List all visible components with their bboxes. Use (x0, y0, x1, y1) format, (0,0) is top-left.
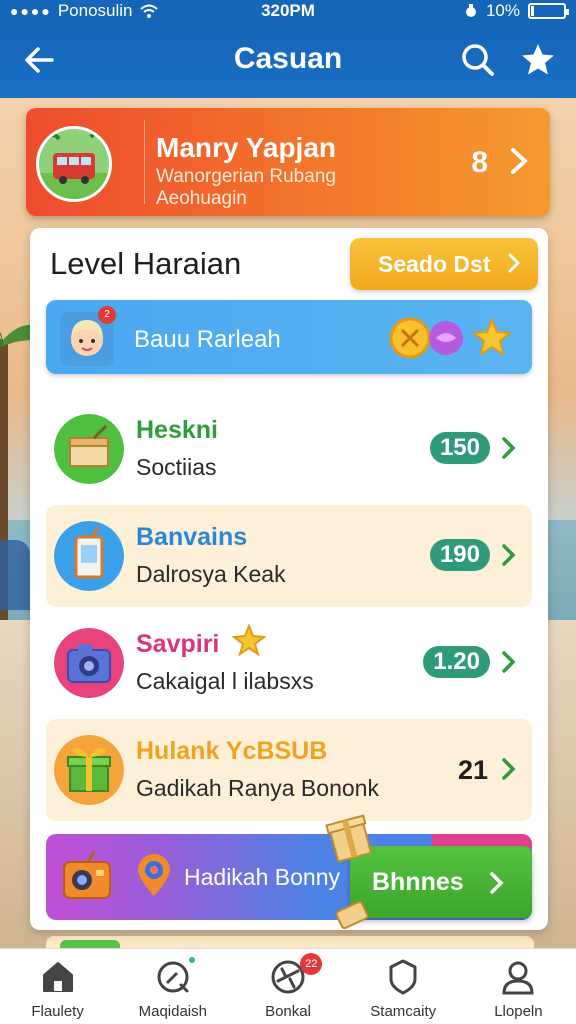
chevron-right-icon (502, 437, 516, 459)
camera-icon (54, 628, 124, 698)
notification-badge: 2 (98, 306, 116, 324)
bus-illustration-icon (39, 129, 109, 199)
chevron-right-icon (508, 253, 520, 273)
battery-percent: 10% (485, 1, 520, 20)
row-title: Heskni (136, 416, 218, 444)
rewards-icons (389, 317, 513, 359)
nav-label: Flaulety (31, 1003, 84, 1020)
banner-label: Bauu Rarleah (134, 326, 281, 353)
list-item[interactable]: Heskni Soctiias 150 (46, 398, 532, 500)
chevron-right-icon (490, 872, 504, 894)
bonus-label: Hadikah Bonny (184, 864, 340, 890)
shield-icon (389, 959, 417, 995)
avatar (36, 126, 112, 202)
nav-item-travel[interactable]: 22 Bonkal (230, 949, 345, 1024)
row-value-pill: 190 (429, 539, 490, 571)
chevron-right-icon (502, 651, 516, 673)
chevron-right-icon (502, 544, 516, 566)
carrier-name: Ponosulin (57, 1, 133, 20)
floating-coin-icon (335, 900, 369, 930)
beach-hut-illustration (0, 540, 30, 610)
profile-divider (144, 120, 145, 204)
nav-indicator-dot (187, 955, 198, 965)
row-title: Savpiri (136, 630, 220, 658)
row-value-pill: 1.20 (423, 646, 490, 678)
wifi-icon (139, 4, 158, 18)
nav-item-security[interactable]: Stamcaity (346, 949, 461, 1024)
claim-button-label: Bhnnes (372, 867, 464, 896)
star-icon[interactable] (518, 40, 558, 80)
row-value: 21 (457, 755, 488, 785)
alarm-icon (465, 4, 476, 17)
robot-camera-icon (63, 851, 111, 899)
map-pin-icon (138, 854, 170, 896)
person-icon (502, 961, 534, 995)
profile-count: 8 (471, 146, 488, 179)
home-icon (42, 962, 73, 992)
daily-banner[interactable]: 2 Bauu Rarleah (46, 300, 532, 374)
level-panel: Level Haraian Seado Dst 2 Bauu Rarleah H… (30, 228, 548, 930)
season-button-label: Seado Dst (378, 250, 491, 277)
profile-name: Manry Yapjan (156, 132, 337, 163)
nav-item-home[interactable]: Flaulety (0, 949, 115, 1024)
nav-badge: 22 (300, 953, 323, 975)
list-item[interactable]: Hulank YcBSUB Gadikah Ranya Bononk 21 (46, 719, 532, 821)
row-title: Hulank YcBSUB (136, 737, 328, 765)
search-icon[interactable] (458, 40, 498, 80)
compass-icon (157, 961, 189, 993)
nav-label: Stamcaity (370, 1003, 437, 1020)
row-value-pill: 150 (429, 432, 490, 464)
signal-dots-icon: ●●●● (10, 3, 52, 19)
panel-title: Level Haraian (50, 246, 242, 281)
status-bar: ●●●● Ponosulin 320PM 10% (0, 0, 576, 22)
juice-box-icon (54, 521, 124, 591)
bottom-nav: Flaulety Maqidaish 22 Bonkal Stamcaity L… (0, 948, 576, 1024)
season-button[interactable]: Seado Dst (350, 238, 538, 290)
nav-label: Maqidaish (138, 1003, 207, 1020)
chevron-right-icon (502, 758, 516, 780)
app-header: Casuan (0, 22, 576, 98)
profile-card[interactable]: Manry Yapjan Wanorgerian Rubang Aeohuagi… (26, 108, 550, 216)
profile-subtitle-2: Aeohuagin (156, 188, 247, 209)
row-title: Banvains (136, 523, 248, 551)
row-description: Cakaigal l ilabsxs (136, 668, 314, 694)
nav-label: Llopeln (494, 1003, 543, 1020)
row-description: Soctiias (136, 454, 217, 480)
list-item[interactable]: Banvains Dalrosya Keak 190 (46, 505, 532, 607)
gift-box-icon (54, 735, 124, 805)
lunchbox-icon (54, 414, 124, 484)
floating-gift-icon (325, 814, 373, 863)
nav-item-explore[interactable]: Maqidaish (115, 949, 230, 1024)
chevron-right-icon (511, 148, 527, 174)
claim-button[interactable]: Bhnnes (350, 846, 532, 918)
nav-item-profile[interactable]: Llopeln (461, 949, 576, 1024)
sparkle-star-icon (232, 624, 266, 656)
row-description: Dalrosya Keak (136, 561, 286, 587)
list-item[interactable]: Savpiri Cakaigal l ilabsxs 1.20 (46, 612, 532, 714)
battery-icon (528, 3, 569, 19)
profile-subtitle-1: Wanorgerian Rubang (156, 166, 336, 187)
row-description: Gadikah Ranya Bononk (136, 775, 379, 801)
nav-label: Bonkal (265, 1003, 311, 1020)
battery-fill (531, 6, 534, 16)
